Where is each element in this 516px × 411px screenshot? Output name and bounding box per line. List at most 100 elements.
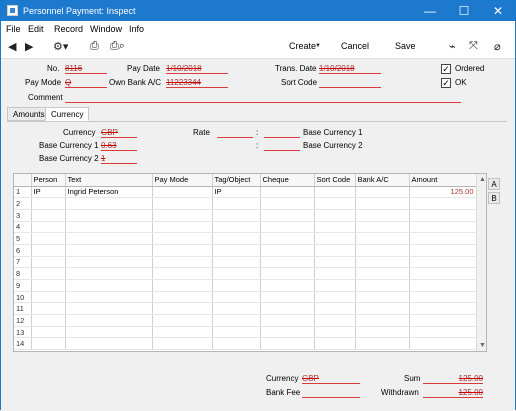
- expand-icon[interactable]: ⤧: [469, 40, 478, 53]
- cell-pay-mode[interactable]: [152, 209, 213, 222]
- cell-text[interactable]: [65, 279, 153, 292]
- cell-cheque[interactable]: [260, 337, 315, 351]
- scroll-up-icon[interactable]: ▲: [479, 176, 486, 183]
- cell-pay-mode[interactable]: [152, 267, 213, 280]
- menu-record[interactable]: Record: [54, 24, 83, 34]
- cell-cheque[interactable]: [260, 221, 315, 234]
- cell-tag-object[interactable]: [212, 291, 261, 304]
- table-row[interactable]: 2: [14, 197, 477, 210]
- cell-sort-code[interactable]: [314, 314, 356, 327]
- cell-amount[interactable]: 125.00: [409, 186, 477, 199]
- cell-pay-mode[interactable]: [152, 186, 213, 199]
- cell-tag-object[interactable]: [212, 267, 261, 280]
- cell-person[interactable]: [31, 209, 66, 222]
- cell-amount[interactable]: [409, 209, 477, 222]
- col-sort-code[interactable]: Sort Code: [314, 174, 356, 187]
- cell-bank-ac[interactable]: [355, 244, 410, 257]
- cell-sort-code[interactable]: [314, 221, 356, 234]
- cell-person[interactable]: [31, 279, 66, 292]
- cell-pay-mode[interactable]: [152, 244, 213, 257]
- cell-tag-object[interactable]: [212, 326, 261, 339]
- cell-sort-code[interactable]: [314, 326, 356, 339]
- cell-pay-mode[interactable]: [152, 279, 213, 292]
- cell-text[interactable]: [65, 221, 153, 234]
- cell-person[interactable]: [31, 302, 66, 316]
- cell-cheque[interactable]: [260, 244, 315, 257]
- cell-sort-code[interactable]: [314, 256, 356, 269]
- base-currency1-field[interactable]: 0.63: [101, 141, 137, 151]
- cell-bank-ac[interactable]: [355, 291, 410, 304]
- cell-amount[interactable]: [409, 291, 477, 304]
- cell-bank-ac[interactable]: [355, 302, 410, 316]
- footer-currency-field[interactable]: GBP: [302, 374, 360, 384]
- cell-pay-mode[interactable]: [152, 302, 213, 316]
- cell-person[interactable]: [31, 232, 66, 245]
- cell-cheque[interactable]: [260, 302, 315, 316]
- create-button[interactable]: Create: [289, 41, 316, 51]
- cell-bank-ac[interactable]: [355, 337, 410, 351]
- col-person[interactable]: Person: [31, 174, 66, 187]
- table-row[interactable]: 3: [14, 209, 477, 222]
- cell-text[interactable]: [65, 244, 153, 257]
- cell-bank-ac[interactable]: [355, 209, 410, 222]
- cell-pay-mode[interactable]: [152, 256, 213, 269]
- cell-person[interactable]: [31, 337, 66, 351]
- cell-text[interactable]: [65, 337, 153, 351]
- settings-icon[interactable]: ⚙▾: [53, 40, 68, 53]
- cell-bank-ac[interactable]: [355, 221, 410, 234]
- cell-text[interactable]: [65, 256, 153, 269]
- maximize-button[interactable]: ☐: [447, 1, 481, 21]
- chevron-down-icon[interactable]: ▼: [315, 43, 321, 49]
- cell-pay-mode[interactable]: [152, 337, 213, 351]
- cell-amount[interactable]: [409, 314, 477, 327]
- cell-tag-object[interactable]: [212, 197, 261, 210]
- rate-base1-field[interactable]: [264, 128, 300, 138]
- cell-pay-mode[interactable]: [152, 326, 213, 339]
- cell-sort-code[interactable]: [314, 291, 356, 304]
- cell-tag-object[interactable]: [212, 244, 261, 257]
- pay-mode-field[interactable]: Q: [65, 78, 107, 88]
- cell-cheque[interactable]: [260, 279, 315, 292]
- cell-bank-ac[interactable]: [355, 314, 410, 327]
- cell-bank-ac[interactable]: [355, 197, 410, 210]
- cell-sort-code[interactable]: [314, 267, 356, 280]
- cell-person[interactable]: IP: [31, 186, 66, 199]
- bank-fee-field[interactable]: [302, 388, 360, 398]
- cell-sort-code[interactable]: [314, 209, 356, 222]
- menu-window[interactable]: Window: [90, 24, 122, 34]
- cell-pay-mode[interactable]: [152, 232, 213, 245]
- print-preview-icon[interactable]: ⎙⌕: [110, 40, 125, 53]
- chart-icon[interactable]: ⌁: [449, 40, 456, 53]
- tab-currency[interactable]: Currency: [45, 107, 90, 121]
- rows-grid[interactable]: Person Text Pay Mode Tag/Object Cheque S…: [13, 173, 487, 352]
- cell-bank-ac[interactable]: [355, 232, 410, 245]
- table-row[interactable]: 7: [14, 256, 477, 269]
- cell-cheque[interactable]: [260, 267, 315, 280]
- cell-sort-code[interactable]: [314, 337, 356, 351]
- cell-text[interactable]: Ingrid Peterson: [65, 186, 153, 199]
- cell-amount[interactable]: [409, 197, 477, 210]
- back-icon[interactable]: ◀: [8, 40, 16, 53]
- cell-person[interactable]: [31, 326, 66, 339]
- cell-sort-code[interactable]: [314, 197, 356, 210]
- cell-amount[interactable]: [409, 326, 477, 339]
- cell-tag-object[interactable]: [212, 232, 261, 245]
- col-tag-object[interactable]: Tag/Object: [212, 174, 261, 187]
- cell-amount[interactable]: [409, 337, 477, 351]
- menu-file[interactable]: File: [6, 24, 21, 34]
- save-button[interactable]: Save: [395, 41, 416, 51]
- cancel-button[interactable]: Cancel: [341, 41, 369, 51]
- cell-text[interactable]: [65, 267, 153, 280]
- cell-person[interactable]: [31, 197, 66, 210]
- cell-tag-object[interactable]: [212, 256, 261, 269]
- cell-bank-ac[interactable]: [355, 326, 410, 339]
- table-row[interactable]: 8: [14, 267, 477, 280]
- table-row[interactable]: 4: [14, 221, 477, 234]
- cell-amount[interactable]: [409, 232, 477, 245]
- cell-person[interactable]: [31, 221, 66, 234]
- cell-amount[interactable]: [409, 279, 477, 292]
- cell-cheque[interactable]: [260, 209, 315, 222]
- print-icon[interactable]: ⎙: [90, 40, 99, 53]
- minimize-button[interactable]: —: [413, 1, 447, 21]
- cell-bank-ac[interactable]: [355, 186, 410, 199]
